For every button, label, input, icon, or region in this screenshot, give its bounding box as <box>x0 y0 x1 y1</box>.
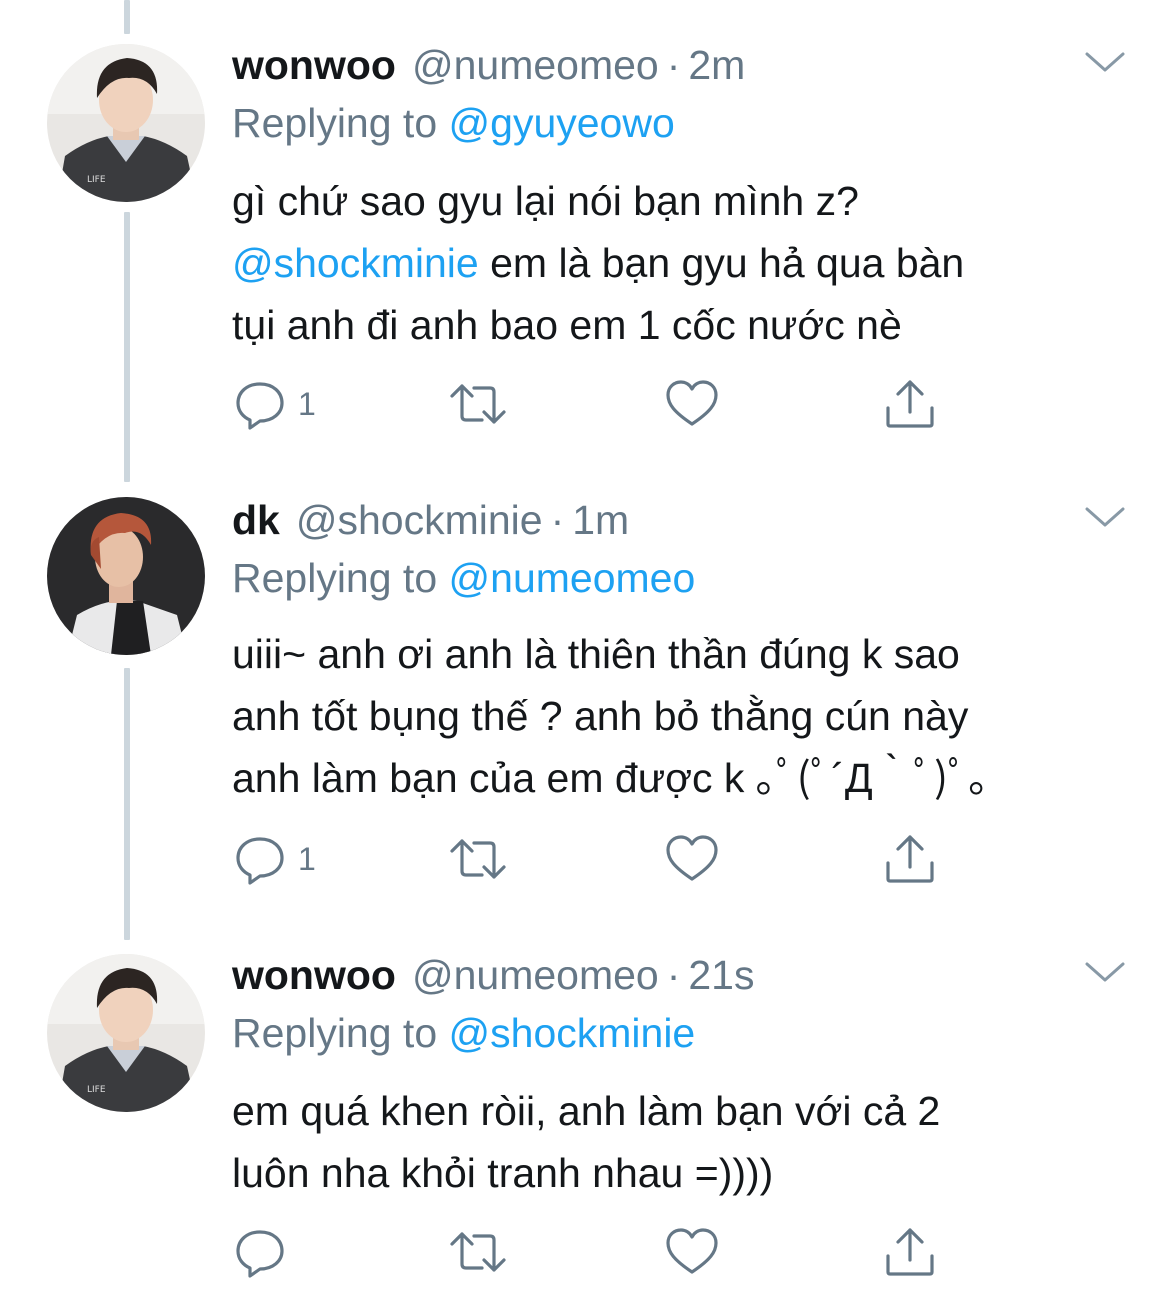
svg-text:LIFE: LIFE <box>87 175 106 185</box>
mention-link[interactable]: @shockminie <box>232 240 479 286</box>
tweet-text-line: em quá khen ròii, anh làm bạn với cả 2 <box>232 1088 941 1134</box>
separator-dot: · <box>666 42 681 88</box>
tweet-text: gì chứ sao gyu lại nói bạn mình z? @shoc… <box>232 170 1112 356</box>
tweet-header: dk @shockminie · 1m <box>232 495 629 545</box>
replying-to-label: Replying to <box>232 1010 438 1056</box>
reply-button[interactable] <box>232 1224 298 1280</box>
retweet-button[interactable] <box>448 376 508 432</box>
svg-text:LIFE: LIFE <box>87 1085 106 1095</box>
tweet-text-line: anh tốt bụng thế ? anh bỏ thằng cún này <box>232 693 969 739</box>
tweet-text-line: tụi anh đi anh bao em 1 cốc nước nè <box>232 302 902 348</box>
more-options-button[interactable] <box>1083 503 1127 533</box>
like-button[interactable] <box>664 1224 720 1280</box>
display-name[interactable]: wonwoo <box>232 40 396 90</box>
avatar-photo-icon: LIFE <box>47 954 205 1112</box>
reply-icon <box>236 1230 284 1278</box>
more-options-button[interactable] <box>1083 48 1127 78</box>
replying-to-mention[interactable]: @numeomeo <box>449 555 696 601</box>
like-button[interactable] <box>664 831 720 887</box>
user-handle[interactable]: @shockminie <box>296 495 543 545</box>
retweet-icon <box>450 1232 506 1272</box>
timestamp[interactable]: 1m <box>572 495 629 545</box>
timestamp[interactable]: 21s <box>688 950 754 1000</box>
share-icon <box>886 380 934 428</box>
user-handle[interactable]: @numeomeo <box>412 40 659 90</box>
avatar-photo-icon <box>47 497 205 655</box>
reply-count: 1 <box>298 385 316 422</box>
replying-to-label: Replying to <box>232 555 438 601</box>
tweet-header: wonwoo @numeomeo · 2m <box>232 40 745 90</box>
more-options-button[interactable] <box>1083 958 1127 988</box>
separator-dot: · <box>666 952 681 998</box>
tweet-actions <box>232 1224 952 1284</box>
reply-icon <box>236 382 284 430</box>
retweet-button[interactable] <box>448 1224 508 1280</box>
replying-to: Replying to @shockminie <box>232 1004 695 1062</box>
avatar[interactable] <box>47 497 205 655</box>
tweet[interactable]: LIFE wonwoo @numeomeo · 21s Replying to … <box>0 950 1170 1292</box>
tweet-text: uiii~ anh ơi anh là thiên thần đúng k sa… <box>232 623 1112 809</box>
replying-to-mention[interactable]: @gyuyeowo <box>449 100 675 146</box>
tweet-text-line: anh làm bạn của em được k ｡ﾟ(ﾟ´Д｀ﾟ)ﾟ｡ <box>232 755 989 801</box>
display-name[interactable]: dk <box>232 495 280 545</box>
tweet[interactable]: LIFE wonwoo @numeomeo · 2m Replying to @… <box>0 40 1170 460</box>
heart-icon <box>666 380 718 426</box>
tweet-text-line: gì chứ sao gyu lại nói bạn mình z? <box>232 178 859 224</box>
replying-to: Replying to @gyuyeowo <box>232 94 675 152</box>
share-icon <box>886 835 934 883</box>
tweet-actions: 1 <box>232 376 952 436</box>
chevron-down-icon <box>1085 962 1125 982</box>
reply-icon <box>236 837 284 885</box>
like-button[interactable] <box>664 376 720 432</box>
avatar-photo-icon: LIFE <box>47 44 205 202</box>
tweet-text: em quá khen ròii, anh làm bạn với cả 2 l… <box>232 1080 1112 1204</box>
retweet-button[interactable] <box>448 831 508 887</box>
display-name[interactable]: wonwoo <box>232 950 396 1000</box>
user-handle[interactable]: @numeomeo <box>412 950 659 1000</box>
retweet-icon <box>450 384 506 424</box>
separator-dot: · <box>550 497 565 543</box>
heart-icon <box>666 1228 718 1274</box>
tweet-text-line: @shockminie em là bạn gyu hả qua bàn <box>232 232 1112 294</box>
tweet[interactable]: dk @shockminie · 1m Replying to @numeome… <box>0 495 1170 915</box>
tweet-text-fragment: em là bạn gyu hả qua bàn <box>478 240 965 286</box>
share-button[interactable] <box>882 831 938 887</box>
avatar[interactable]: LIFE <box>47 954 205 1112</box>
chevron-down-icon <box>1085 507 1125 527</box>
timestamp[interactable]: 2m <box>688 40 745 90</box>
reply-button[interactable]: 1 <box>232 831 316 887</box>
tweet-actions: 1 <box>232 831 952 891</box>
share-button[interactable] <box>882 1224 938 1280</box>
avatar[interactable]: LIFE <box>47 44 205 202</box>
share-button[interactable] <box>882 376 938 432</box>
tweet-text-line: luôn nha khỏi tranh nhau =)))) <box>232 1150 774 1196</box>
tweet-header: wonwoo @numeomeo · 21s <box>232 950 754 1000</box>
retweet-icon <box>450 839 506 879</box>
replying-to-mention[interactable]: @shockminie <box>449 1010 696 1056</box>
replying-to-label: Replying to <box>232 100 438 146</box>
share-icon <box>886 1228 934 1276</box>
reply-count: 1 <box>298 840 316 877</box>
heart-icon <box>666 835 718 881</box>
chevron-down-icon <box>1085 52 1125 72</box>
reply-button[interactable]: 1 <box>232 376 316 432</box>
thread-line-top <box>124 0 130 34</box>
replying-to: Replying to @numeomeo <box>232 549 695 607</box>
tweet-text-line: uiii~ anh ơi anh là thiên thần đúng k sa… <box>232 631 960 677</box>
